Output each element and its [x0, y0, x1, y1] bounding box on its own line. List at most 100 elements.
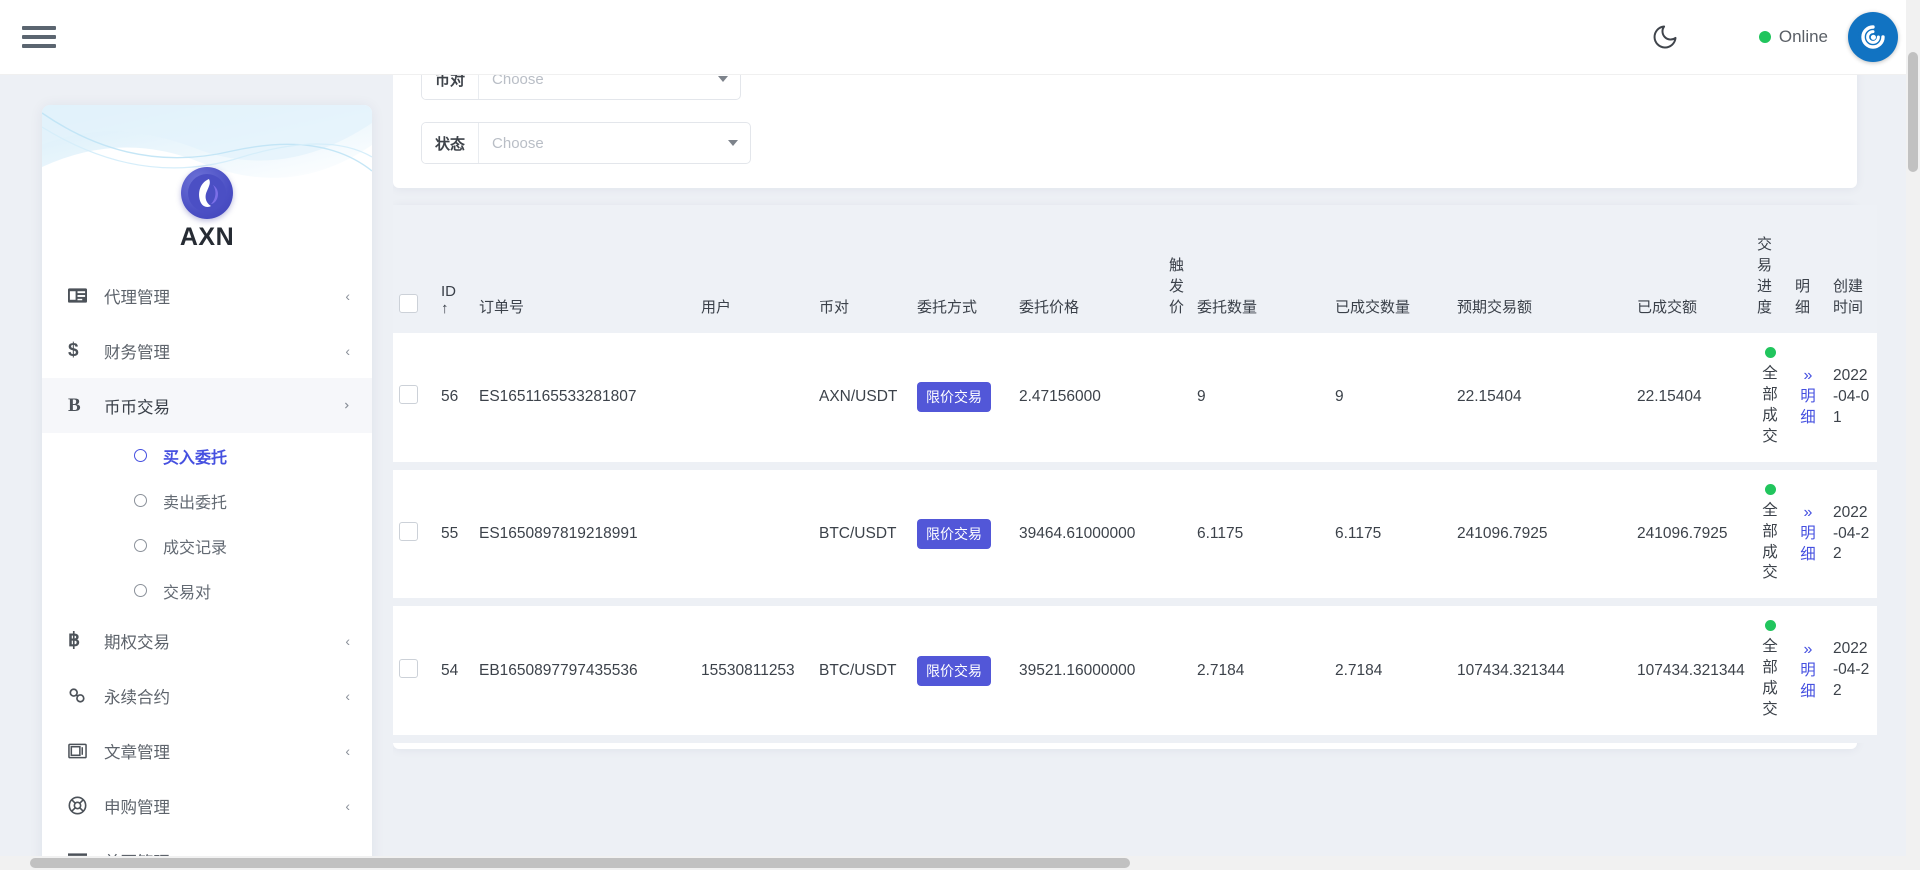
cell-id: 56 — [435, 333, 473, 466]
cell-created: 2022-04-22 — [1827, 602, 1877, 739]
cell-expected-total: 241096.7925 — [1451, 466, 1631, 603]
chevron-left-icon: ‹ — [345, 343, 350, 359]
cell-filled-amount: 2.7184 — [1329, 602, 1451, 739]
column-trigger-price: 触发价 — [1163, 205, 1191, 333]
row-checkbox[interactable] — [399, 385, 418, 404]
status-select-value: Choose — [492, 135, 544, 152]
letter-b-icon: B — [68, 395, 98, 417]
radio-circle-icon — [134, 494, 147, 507]
table-row[interactable]: 56 ES1651165533281807 AXN/USDT 限价交易 2.47… — [393, 333, 1877, 466]
select-all-checkbox[interactable] — [399, 294, 418, 313]
lifebuoy-glyph — [68, 796, 87, 815]
sidebar-item-trading-pairs[interactable]: 交易对 — [42, 568, 372, 613]
column-filled-amount: 已成交数量 — [1329, 205, 1451, 333]
chevron-double-right-icon: » — [1804, 504, 1813, 521]
cell-order-type: 限价交易 — [911, 602, 1013, 739]
avatar[interactable] — [1848, 12, 1898, 62]
online-label: Online — [1779, 27, 1828, 47]
horizontal-scrollbar[interactable] — [0, 856, 1906, 870]
cell-progress: 全部成交 — [1751, 602, 1789, 739]
sidebar-item-agent[interactable]: 代理管理 ‹ — [42, 268, 372, 323]
chevron-double-right-icon: » — [1804, 641, 1813, 658]
cell-progress: 全部成交 — [1751, 333, 1789, 466]
chevron-left-icon: ‹ — [345, 633, 350, 649]
brand-name: AXN — [42, 223, 372, 252]
chevron-left-icon: ‹ — [345, 288, 350, 304]
cell-pair: BTC/USDT — [813, 466, 911, 603]
status-select[interactable]: Choose — [479, 123, 750, 163]
column-id[interactable]: ID ↑ — [435, 205, 473, 333]
horizontal-scrollbar-thumb[interactable] — [30, 858, 1130, 868]
article-icon — [68, 743, 98, 759]
progress-text: 全部成交 — [1762, 638, 1778, 718]
progress-text: 全部成交 — [1762, 502, 1778, 582]
sidebar-item-sell-orders[interactable]: 卖出委托 — [42, 478, 372, 523]
cell-trigger-price — [1163, 602, 1191, 739]
cell-order-no: ES1651165533281807 — [473, 333, 695, 466]
sidebar-item-options-trade[interactable]: ฿ 期权交易 ‹ — [42, 613, 372, 668]
order-type-badge: 限价交易 — [917, 519, 991, 549]
cell-filled-total: 107434.321344 — [1631, 602, 1751, 739]
vertical-scrollbar[interactable] — [1906, 0, 1920, 870]
sidebar-item-label: 财务管理 — [98, 339, 345, 363]
column-order-no: 订单号 — [473, 205, 695, 333]
row-checkbox[interactable] — [399, 522, 418, 541]
column-expected-total: 预期交易额 — [1451, 205, 1631, 333]
sidebar-item-buy-orders[interactable]: 买入委托 — [42, 433, 372, 478]
cell-created: 2022-04-22 — [1827, 466, 1877, 603]
radio-circle-icon — [134, 539, 147, 552]
cell-created: 2022-04-01 — [1827, 333, 1877, 466]
sidebar-item-label: 代理管理 — [98, 284, 345, 308]
sidebar-item-finance[interactable]: $ 财务管理 ‹ — [42, 323, 372, 378]
chevron-double-right-icon: » — [1804, 367, 1813, 384]
dollar-icon: $ — [68, 340, 98, 362]
orders-table-card: ID ↑ 订单号 用户 币对 委托方式 委托价格 触发价 委托数量 已成交数量 … — [393, 205, 1857, 749]
cell-order-amount: 9 — [1191, 333, 1329, 466]
sidebar-item-subscription[interactable]: 申购管理 ‹ — [42, 778, 372, 833]
cell-order-type: 限价交易 — [911, 333, 1013, 466]
table-row[interactable]: 54 EB1650897797435536 15530811253 BTC/US… — [393, 602, 1877, 739]
cell-detail[interactable]: » 明细 — [1789, 602, 1827, 739]
submenu-item-label: 买入委托 — [163, 444, 227, 468]
table-row[interactable]: 55 ES1650897819218991 BTC/USDT 限价交易 3946… — [393, 466, 1877, 603]
select-all-header — [393, 205, 435, 333]
sidebar-item-articles[interactable]: 文章管理 ‹ — [42, 723, 372, 778]
row-select-cell — [393, 333, 435, 466]
status-badge: Online — [1759, 27, 1828, 47]
row-select-cell — [393, 602, 435, 739]
chevron-left-icon: ‹ — [345, 688, 350, 704]
order-type-badge: 限价交易 — [917, 382, 991, 412]
submenu-item-label: 卖出委托 — [163, 489, 227, 513]
article-glyph — [68, 743, 87, 759]
menu-toggle-icon[interactable] — [22, 24, 56, 50]
top-bar: Online — [0, 0, 1920, 75]
link-icon — [68, 687, 98, 704]
dark-mode-toggle[interactable] — [1651, 23, 1679, 51]
cell-detail[interactable]: » 明细 — [1789, 333, 1827, 466]
submenu-item-label: 交易对 — [163, 579, 211, 603]
lifebuoy-icon — [68, 796, 98, 815]
cell-id: 55 — [435, 466, 473, 603]
row-select-cell — [393, 466, 435, 603]
vertical-scrollbar-thumb[interactable] — [1908, 52, 1918, 172]
link-glyph — [68, 687, 87, 704]
cell-expected-total: 107434.321344 — [1451, 602, 1631, 739]
column-order-price: 委托价格 — [1013, 205, 1163, 333]
sidebar-submenu-coin-trade: 买入委托 卖出委托 成交记录 交易对 — [42, 433, 372, 613]
sidebar-item-coin-trade[interactable]: B 币币交易 ⌄ — [42, 378, 372, 433]
filter-status-label: 状态 — [422, 123, 479, 163]
column-filled-total: 已成交额 — [1631, 205, 1751, 333]
cell-expected-total: 22.15404 — [1451, 333, 1631, 466]
bitcoin-icon: ฿ — [68, 629, 98, 652]
avatar-logo-icon — [1857, 21, 1889, 53]
cell-trigger-price — [1163, 466, 1191, 603]
sidebar-item-perpetual[interactable]: 永续合约 ‹ — [42, 668, 372, 723]
cell-detail[interactable]: » 明细 — [1789, 466, 1827, 603]
sidebar-item-label: 文章管理 — [98, 739, 345, 763]
row-checkbox[interactable] — [399, 659, 418, 678]
detail-link: 明细 — [1800, 388, 1816, 426]
sidebar-item-trade-records[interactable]: 成交记录 — [42, 523, 372, 568]
orders-table-body: 56 ES1651165533281807 AXN/USDT 限价交易 2.47… — [393, 333, 1877, 739]
chevron-down-icon — [718, 76, 728, 82]
cell-trigger-price — [1163, 333, 1191, 466]
